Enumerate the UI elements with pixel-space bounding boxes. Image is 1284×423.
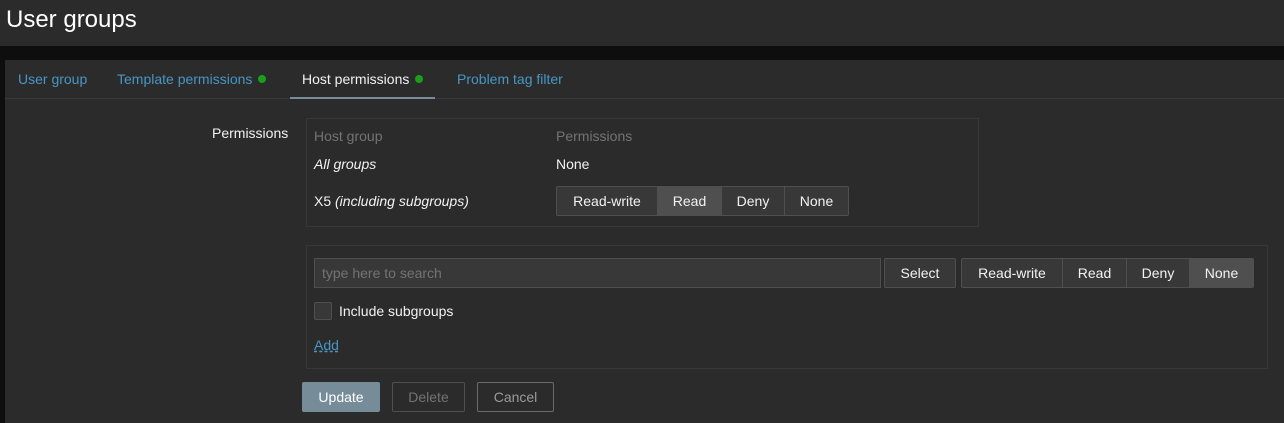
page-title: User groups: [6, 6, 137, 33]
permission-none[interactable]: None: [785, 187, 848, 215]
form-panel: User group Template permissions Host per…: [5, 60, 1284, 423]
status-dot-icon: [415, 75, 424, 83]
tab-label: User group: [18, 71, 88, 87]
permission-read[interactable]: Read: [1063, 259, 1127, 287]
tab-user-group[interactable]: User group: [18, 60, 87, 98]
add-permission-section: Select Read-write Read Deny None Include…: [306, 245, 1268, 369]
delete-button[interactable]: Delete: [392, 382, 465, 412]
permission-read[interactable]: Read: [658, 187, 722, 215]
permission-none[interactable]: None: [1190, 259, 1253, 287]
host-group-name: X5 (including subgroups): [314, 193, 469, 209]
permission-deny[interactable]: Deny: [1127, 259, 1190, 287]
host-group-prefix: X5: [314, 193, 332, 209]
tab-label: Template permissions: [117, 71, 253, 87]
permission-read-write[interactable]: Read-write: [557, 187, 658, 215]
permission-read-write[interactable]: Read-write: [962, 259, 1063, 287]
include-subgroups-label[interactable]: Include subgroups: [339, 303, 453, 319]
tab-template-permissions[interactable]: Template permissions: [117, 60, 267, 98]
update-button[interactable]: Update: [302, 382, 380, 412]
add-link[interactable]: Add: [314, 337, 339, 353]
permissions-table: Host group Permissions All groups None X…: [306, 118, 979, 227]
tab-label: Problem tag filter: [457, 71, 563, 87]
cancel-button[interactable]: Cancel: [477, 382, 554, 412]
host-group-header: Host group: [314, 128, 383, 144]
new-permission-radio-group: Read-write Read Deny None: [961, 258, 1254, 288]
host-group-name: All groups: [314, 156, 377, 172]
permissions-label: Permissions: [212, 125, 289, 141]
page-header: User groups: [0, 0, 1284, 46]
permission-deny[interactable]: Deny: [722, 187, 785, 215]
status-dot-icon: [258, 75, 267, 83]
tab-problem-tag-filter[interactable]: Problem tag filter: [457, 60, 563, 98]
tab-bar: User group Template permissions Host per…: [5, 60, 1284, 99]
host-group-suffix: (including subgroups): [335, 193, 469, 209]
host-group-search-input[interactable]: [314, 258, 881, 288]
include-subgroups-checkbox[interactable]: [314, 302, 332, 320]
permissions-header: Permissions: [556, 128, 633, 144]
permission-value: None: [556, 156, 590, 172]
permission-radio-group: Read-write Read Deny None: [556, 186, 849, 216]
tab-label: Host permissions: [302, 71, 410, 87]
select-button[interactable]: Select: [884, 258, 956, 288]
tab-host-permissions[interactable]: Host permissions: [289, 60, 436, 99]
